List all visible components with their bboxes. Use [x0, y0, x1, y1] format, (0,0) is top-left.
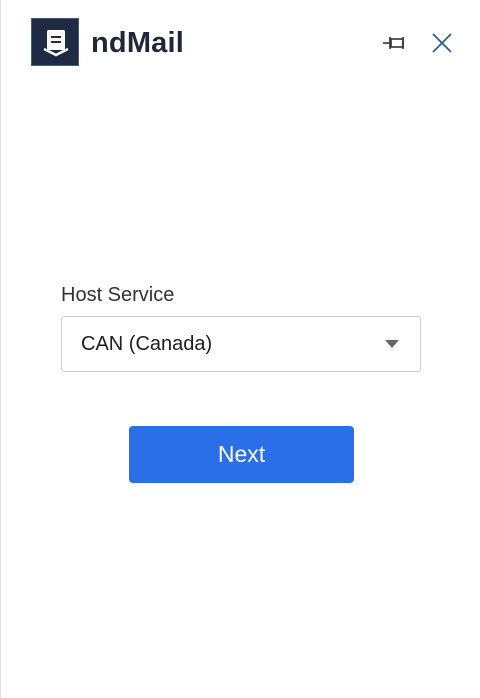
- close-button[interactable]: [428, 29, 456, 57]
- panel-left-border: [0, 0, 1, 698]
- app-logo: [31, 18, 79, 66]
- caret-down-icon: [385, 340, 399, 348]
- app-header: ndMail: [0, 0, 480, 90]
- pin-icon: [383, 37, 404, 49]
- pin-button[interactable]: [380, 30, 410, 56]
- next-button[interactable]: Next: [129, 426, 354, 483]
- document-stack-icon: [43, 30, 69, 57]
- host-service-label: Host Service: [61, 284, 175, 306]
- host-service-selected-value: CAN (Canada): [81, 333, 213, 355]
- app-title: ndMail: [91, 27, 185, 59]
- close-icon: [432, 33, 452, 53]
- host-service-dropdown[interactable]: CAN (Canada): [61, 316, 421, 372]
